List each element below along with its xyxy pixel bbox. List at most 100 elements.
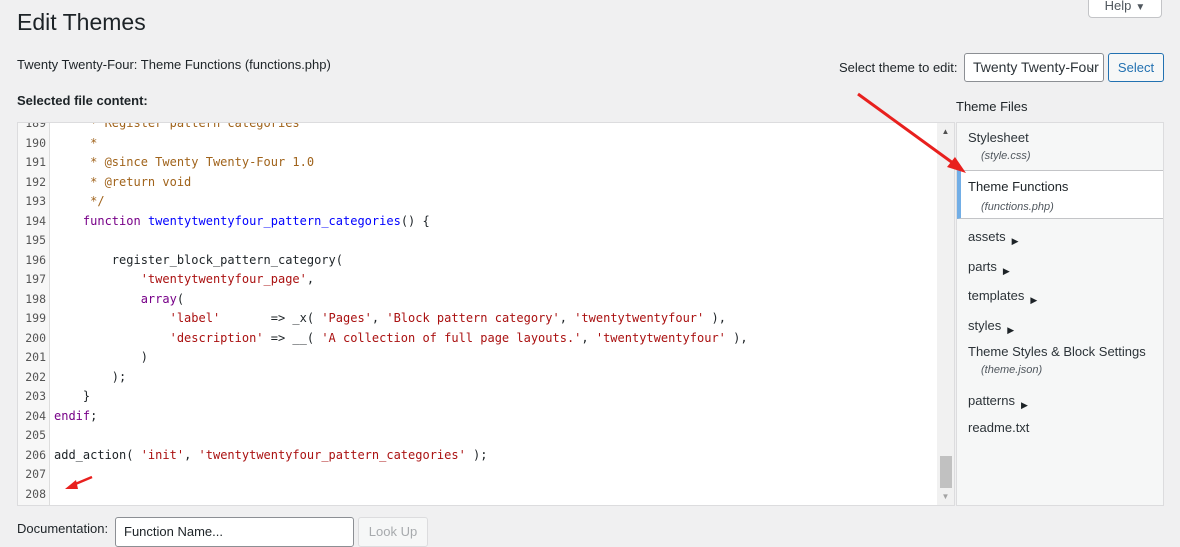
folder-item-styles[interactable]: styles ▶ xyxy=(968,318,1014,335)
documentation-function-select[interactable]: Function Name... xyxy=(115,517,354,547)
code-line[interactable]: 202 ); xyxy=(18,368,936,388)
expand-triangle-icon[interactable]: ▶ xyxy=(1012,236,1019,246)
line-number: 191 xyxy=(25,155,46,169)
file-item-stylesheet[interactable]: Stylesheet (style.css) xyxy=(968,130,1031,162)
code-token-plain: , xyxy=(559,311,575,325)
code-token-string: 'twentytwentyfour_pattern_categories' xyxy=(198,447,466,462)
file-item-label: readme.txt xyxy=(968,420,1030,435)
line-number: 199 xyxy=(25,311,46,325)
code-token-plain: => _x( xyxy=(220,311,322,325)
folder-item-templates[interactable]: templates ▶ xyxy=(968,288,1037,305)
code-token-string: 'twentytwentyfour' xyxy=(574,311,705,325)
expand-triangle-icon[interactable]: ▶ xyxy=(1007,325,1014,335)
code-line[interactable]: 196 register_block_pattern_category( xyxy=(18,251,936,271)
expand-triangle-icon[interactable]: ▶ xyxy=(1021,400,1028,410)
code-line[interactable]: 204 endif; xyxy=(18,407,936,427)
line-number: 203 xyxy=(25,389,46,403)
code-token-comment: * xyxy=(54,135,98,150)
folder-item-patterns[interactable]: patterns ▶ xyxy=(968,393,1028,410)
code-token-plain: () { xyxy=(400,213,430,228)
line-number: 190 xyxy=(25,135,46,150)
selected-file-content-label: Selected file content: xyxy=(17,93,148,108)
code-token-string: 'Pages' xyxy=(321,311,372,325)
code-text: ) xyxy=(54,348,148,368)
code-line[interactable]: 201 ) xyxy=(18,348,936,368)
code-line[interactable]: 207 xyxy=(18,465,936,485)
code-text: */ xyxy=(54,192,104,212)
scroll-up-arrow-icon[interactable]: ▲ xyxy=(937,123,954,140)
file-item-readme[interactable]: readme.txt xyxy=(968,420,1029,435)
line-number: 205 xyxy=(25,428,46,442)
code-token-plain: , xyxy=(306,272,315,286)
code-line[interactable]: 190 * xyxy=(18,134,936,154)
code-line[interactable]: 197 'twentytwentyfour_page', xyxy=(18,270,936,290)
scroll-down-arrow-icon[interactable]: ▼ xyxy=(937,488,954,505)
theme-select-value: Twenty Twenty-Four xyxy=(973,59,1099,75)
code-line[interactable]: 193 */ xyxy=(18,192,936,212)
code-token-plain: } xyxy=(54,389,91,403)
code-line[interactable]: 189 * Register pattern categories xyxy=(18,123,936,134)
code-line[interactable]: 205 xyxy=(18,426,936,446)
code-text: * Register pattern categories xyxy=(54,123,300,134)
code-token-comment: * @since Twenty Twenty-Four 1.0 xyxy=(54,155,315,169)
line-number: 192 xyxy=(25,174,46,189)
code-text: register_block_pattern_category( xyxy=(54,251,343,271)
editor-scrollbar[interactable]: ▲ ▼ xyxy=(937,123,954,505)
folder-item-assets[interactable]: assets ▶ xyxy=(968,229,1019,246)
code-text: * @since Twenty Twenty-Four 1.0 xyxy=(54,153,314,173)
folder-item-parts[interactable]: parts ▶ xyxy=(968,259,1010,276)
code-token-plain: ), xyxy=(725,330,748,345)
line-number: 206 xyxy=(25,447,46,462)
code-token-keyword: endif xyxy=(54,408,91,423)
code-line[interactable]: 208 xyxy=(18,485,936,505)
code-token-plain: register_block_pattern_category( xyxy=(54,252,343,267)
theme-select-label: Select theme to edit: xyxy=(839,60,958,75)
documentation-label: Documentation: xyxy=(17,521,109,536)
code-line[interactable]: 192 * @return void xyxy=(18,173,936,193)
expand-triangle-icon[interactable]: ▶ xyxy=(1030,295,1037,305)
look-up-button[interactable]: Look Up xyxy=(358,517,428,547)
code-token-plain: , xyxy=(581,330,596,345)
chevron-down-icon: ⌄ xyxy=(1086,61,1096,73)
expand-triangle-icon[interactable]: ▶ xyxy=(1003,266,1010,276)
code-token-plain: => __( xyxy=(263,330,322,345)
code-line[interactable]: 206 add_action( 'init', 'twentytwentyfour… xyxy=(18,446,936,466)
code-line[interactable]: 203 } xyxy=(18,387,936,407)
code-editor[interactable]: 189 * Register pattern categories 190 * 19… xyxy=(17,122,955,506)
code-line[interactable]: 198 array( xyxy=(18,290,936,310)
file-item-filename: (functions.php) xyxy=(981,201,1054,213)
code-line[interactable]: 200 'description' => __( 'A collection o… xyxy=(18,329,936,349)
code-token-comment: * @return void xyxy=(54,174,192,189)
file-item-label: styles xyxy=(968,318,1002,333)
code-line[interactable]: 191 * @since Twenty Twenty-Four 1.0 xyxy=(18,153,936,173)
code-text: array( xyxy=(54,290,184,310)
line-number: 200 xyxy=(25,330,46,345)
help-button[interactable]: Help ▼ xyxy=(1088,0,1162,18)
code-line[interactable]: 199 'label' => _x( 'Pages', 'Block patte… xyxy=(18,309,936,329)
scrollbar-thumb[interactable] xyxy=(940,456,952,488)
code-line[interactable]: 194 function twentytwentyfour_pattern_ca… xyxy=(18,212,936,232)
file-item-label: templates xyxy=(968,288,1025,303)
file-item-filename: (theme.json) xyxy=(981,364,1043,376)
line-number: 194 xyxy=(25,213,46,228)
code-token-plain: ; xyxy=(90,408,98,423)
line-number: 198 xyxy=(25,291,46,306)
code-line[interactable]: 195 xyxy=(18,231,936,251)
help-label: Help xyxy=(1104,0,1132,13)
code-token-string: 'A collection of full page layouts.' xyxy=(321,330,582,345)
line-number: 201 xyxy=(25,350,46,364)
theme-files-list: Stylesheet (style.css) Theme Functions (… xyxy=(956,122,1164,506)
theme-select[interactable]: Twenty Twenty-Four ⌄ xyxy=(964,53,1104,82)
file-item-theme-functions[interactable]: Theme Functions (functions.php) xyxy=(957,170,1163,219)
code-text: * @return void xyxy=(54,173,191,193)
code-lines[interactable]: 189 * Register pattern categories 190 * 19… xyxy=(18,123,936,505)
code-token-string: 'twentytwentyfour' xyxy=(595,330,726,345)
select-theme-button[interactable]: Select xyxy=(1108,53,1164,82)
page-title: Edit Themes xyxy=(17,9,146,35)
file-item-theme-json[interactable]: Theme Styles & Block Settings (theme.jso… xyxy=(968,344,1146,376)
